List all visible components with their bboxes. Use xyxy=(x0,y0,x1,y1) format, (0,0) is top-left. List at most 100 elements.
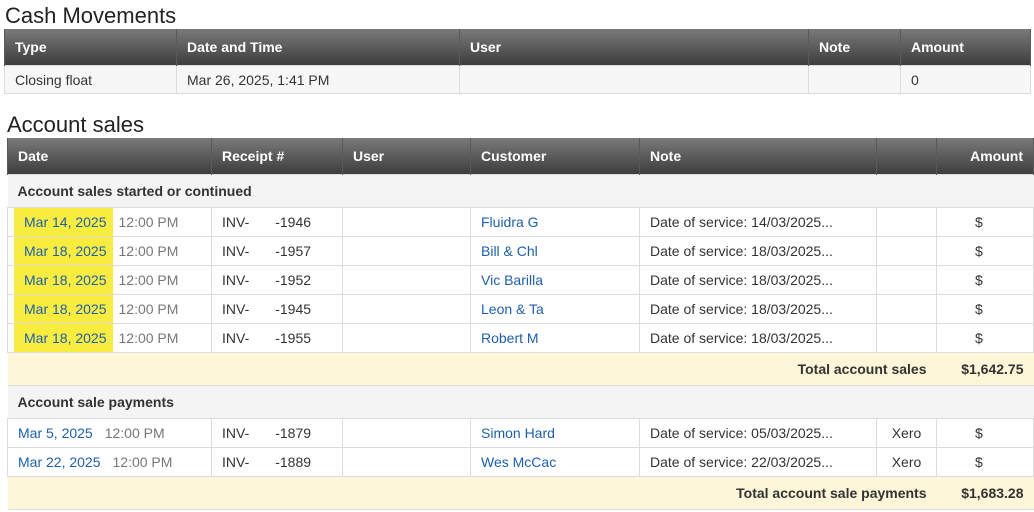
time-text: 12:00 PM xyxy=(118,301,179,317)
time-text: 12:00 PM xyxy=(118,272,179,288)
note-cell: Date of service: 18/03/2025... xyxy=(639,294,877,324)
source-cell xyxy=(876,236,937,266)
col-header-note[interactable]: Note xyxy=(639,138,877,175)
customer-link[interactable]: Fluidra G xyxy=(481,214,539,230)
cash-movements-title: Cash Movements xyxy=(5,3,177,28)
table-row: Mar 22, 2025 12:00 PM INV- -1889 Wes McCac Da… xyxy=(7,447,1034,477)
date-cell: Mar 14, 2025 12:00 PM xyxy=(7,207,212,237)
account-sales-title: Account sales xyxy=(7,112,144,137)
receipt-number: -1946 xyxy=(275,214,312,230)
col-header-type[interactable]: Type xyxy=(4,29,177,66)
time-text: 12:00 PM xyxy=(118,243,179,259)
receipt-cell: INV- -1879 xyxy=(211,418,343,448)
receipt-number: -1879 xyxy=(275,425,312,441)
amount-cell: $ xyxy=(936,207,1034,237)
group-label: Account sale payments xyxy=(7,385,1034,419)
date-cell: Mar 5, 2025 12:00 PM xyxy=(7,418,212,448)
table-row: Mar 18, 2025 12:00 PM INV- -1955 Robert M Dat… xyxy=(7,323,1034,353)
customer-cell: Wes McCac xyxy=(470,447,640,477)
note-cell: Date of service: 18/03/2025... xyxy=(639,236,877,266)
user-cell xyxy=(342,236,471,266)
cash-datetime: Mar 26, 2025, 1:41 PM xyxy=(176,65,460,94)
date-cell: Mar 18, 2025 12:00 PM xyxy=(7,236,212,266)
customer-cell: Robert M xyxy=(470,323,640,353)
source-cell: Xero xyxy=(876,418,937,448)
col-header-amount[interactable]: Amount xyxy=(936,138,1034,175)
col-header-source[interactable] xyxy=(876,138,937,175)
col-header-receipt[interactable]: Receipt # xyxy=(211,138,343,175)
table-row: Mar 18, 2025 12:00 PM INV- -1945 Leon & Ta Da… xyxy=(7,294,1034,324)
receipt-number: -1945 xyxy=(275,301,312,317)
receipt-cell: INV- -1957 xyxy=(211,236,343,266)
total-row: Total account sale payments $1,683.28 xyxy=(7,476,1034,510)
date-link[interactable]: Mar 5, 2025 xyxy=(9,420,99,447)
receipt-number: -1952 xyxy=(275,272,312,288)
customer-cell: Simon Hard xyxy=(470,418,640,448)
receipt-prefix: INV- xyxy=(222,425,250,441)
total-label: Total account sale payments xyxy=(7,476,937,510)
cash-user xyxy=(459,65,809,94)
time-text: 12:00 PM xyxy=(118,330,179,346)
col-header-amount[interactable]: Amount xyxy=(900,29,1031,66)
user-cell xyxy=(342,294,471,324)
note-cell: Date of service: 22/03/2025... xyxy=(639,447,877,477)
date-cell: Mar 18, 2025 12:00 PM xyxy=(7,265,212,295)
receipt-prefix: INV- xyxy=(222,214,250,230)
col-header-date-time[interactable]: Date and Time xyxy=(176,29,460,66)
total-value: $1,642.75 xyxy=(936,352,1034,386)
amount-cell: $ xyxy=(936,447,1034,477)
customer-link[interactable]: Simon Hard xyxy=(481,425,555,441)
customer-cell: Leon & Ta xyxy=(470,294,640,324)
customer-cell: Bill & Chl xyxy=(470,236,640,266)
receipt-prefix: INV- xyxy=(222,454,250,470)
note-cell: Date of service: 18/03/2025... xyxy=(639,265,877,295)
source-cell xyxy=(876,323,937,353)
receipt-cell: INV- -1955 xyxy=(211,323,343,353)
account-sales-table: Date Receipt # User Customer Note Amount… xyxy=(7,138,1034,510)
user-cell xyxy=(342,265,471,295)
receipt-cell: INV- -1946 xyxy=(211,207,343,237)
receipt-prefix: INV- xyxy=(222,330,250,346)
receipt-number: -1957 xyxy=(275,243,312,259)
note-cell: Date of service: 05/03/2025... xyxy=(639,418,877,448)
col-header-customer[interactable]: Customer xyxy=(470,138,640,175)
receipt-prefix: INV- xyxy=(222,272,250,288)
date-link[interactable]: Mar 18, 2025 xyxy=(14,295,113,323)
date-link[interactable]: Mar 18, 2025 xyxy=(14,237,113,265)
col-header-date[interactable]: Date xyxy=(7,138,212,175)
col-header-user[interactable]: User xyxy=(459,29,809,66)
date-cell: Mar 22, 2025 12:00 PM xyxy=(7,447,212,477)
date-link[interactable]: Mar 18, 2025 xyxy=(14,266,113,294)
date-link[interactable]: Mar 18, 2025 xyxy=(14,324,113,352)
total-value: $1,683.28 xyxy=(936,476,1034,510)
amount-cell: $ xyxy=(936,323,1034,353)
user-cell xyxy=(342,447,471,477)
total-row: Total account sales $1,642.75 xyxy=(7,352,1034,386)
customer-link[interactable]: Wes McCac xyxy=(481,454,556,470)
table-row: Mar 14, 2025 12:00 PM INV- -1946 Fluidra G Da… xyxy=(7,207,1034,237)
customer-link[interactable]: Robert M xyxy=(481,330,539,346)
col-header-note[interactable]: Note xyxy=(808,29,901,66)
amount-cell: $ xyxy=(936,236,1034,266)
table-row: Mar 18, 2025 12:00 PM INV- -1957 Bill & Chl D… xyxy=(7,236,1034,266)
date-link[interactable]: Mar 22, 2025 xyxy=(9,449,107,476)
group-label: Account sales started or continued xyxy=(7,174,1034,208)
col-header-user[interactable]: User xyxy=(342,138,471,175)
user-cell xyxy=(342,207,471,237)
amount-cell: $ xyxy=(936,294,1034,324)
user-cell xyxy=(342,418,471,448)
customer-link[interactable]: Leon & Ta xyxy=(481,301,544,317)
cash-amount: 0 xyxy=(900,65,1031,94)
source-cell xyxy=(876,265,937,295)
customer-link[interactable]: Bill & Chl xyxy=(481,243,538,259)
customer-cell: Vic Barilla xyxy=(470,265,640,295)
customer-cell: Fluidra G xyxy=(470,207,640,237)
date-cell: Mar 18, 2025 12:00 PM xyxy=(7,294,212,324)
date-link[interactable]: Mar 14, 2025 xyxy=(14,208,113,236)
note-cell: Date of service: 18/03/2025... xyxy=(639,323,877,353)
source-cell: Xero xyxy=(876,447,937,477)
source-cell xyxy=(876,207,937,237)
table-row: Closing float Mar 26, 2025, 1:41 PM 0 xyxy=(4,65,1031,94)
customer-link[interactable]: Vic Barilla xyxy=(481,272,543,288)
cash-type: Closing float xyxy=(4,65,177,94)
